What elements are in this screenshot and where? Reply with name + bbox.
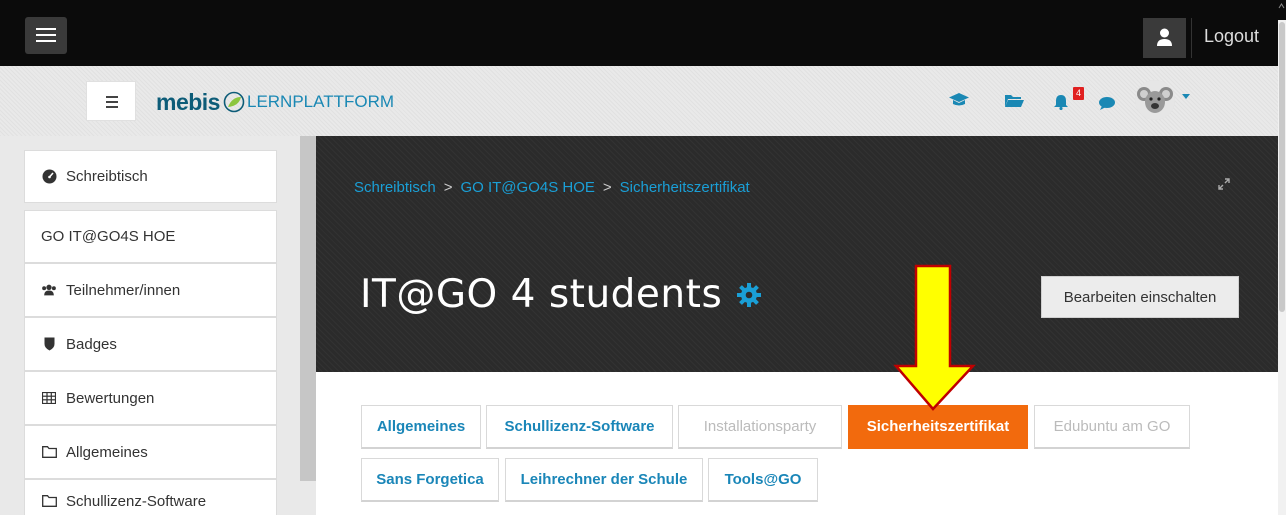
tab-leihrechner[interactable]: Leihrechner der Schule bbox=[505, 458, 703, 502]
notification-badge: 4 bbox=[1073, 87, 1084, 100]
folder-icon bbox=[41, 495, 57, 507]
mebis-logo[interactable]: mebis LERNPLATTFORM bbox=[156, 88, 394, 116]
breadcrumb: Schreibtisch > GO IT@GO4S HOE > Sicherhe… bbox=[354, 179, 750, 196]
logo-product: LERNPLATTFORM bbox=[246, 92, 395, 111]
tab-allgemeines[interactable]: Allgemeines bbox=[361, 405, 481, 449]
tab-edubuntu[interactable]: Edubuntu am GO bbox=[1034, 405, 1190, 449]
sidebar-item-label: Schullizenz-Software bbox=[66, 492, 207, 510]
sidebar-item-label: Teilnehmer/innen bbox=[66, 281, 181, 299]
sidebar-item-teilnehmer[interactable]: Teilnehmer/innen bbox=[24, 263, 277, 317]
tab-sans-forgetica[interactable]: Sans Forgetica bbox=[361, 458, 499, 502]
expand-icon[interactable] bbox=[1218, 178, 1230, 190]
edit-mode-button[interactable]: Bearbeiten einschalten bbox=[1041, 276, 1239, 318]
chat-icon[interactable] bbox=[1098, 96, 1116, 111]
sidebar-item-badges[interactable]: Badges bbox=[24, 317, 277, 371]
tab-installationsparty[interactable]: Installationsparty bbox=[678, 405, 842, 449]
sidebar-scrollbar[interactable] bbox=[300, 136, 316, 481]
sidebar-item-label: Badges bbox=[66, 335, 117, 353]
user-icon[interactable] bbox=[1143, 18, 1186, 58]
breadcrumb-item-course[interactable]: GO IT@GO4S HOE bbox=[460, 179, 594, 196]
sidebar-item-label: Bewertungen bbox=[66, 389, 155, 407]
breadcrumb-item-current[interactable]: Sicherheitszertifikat bbox=[620, 179, 750, 196]
tab-schullizenz-software[interactable]: Schullizenz-Software bbox=[486, 405, 673, 449]
hamburger-menu-button[interactable] bbox=[25, 17, 67, 54]
page-scrollbar-thumb[interactable] bbox=[1279, 22, 1285, 312]
shield-icon bbox=[41, 337, 57, 351]
sidebar-item-schullizenz[interactable]: Schullizenz-Software bbox=[24, 479, 277, 515]
dashboard-icon bbox=[41, 169, 57, 184]
folder-icon bbox=[41, 446, 57, 458]
course-title-text: IT@GO 4 students bbox=[360, 272, 723, 317]
arrow-down-icon bbox=[893, 264, 976, 411]
graduation-cap-icon[interactable] bbox=[948, 92, 970, 108]
sidebar-item-label: Schreibtisch bbox=[66, 168, 148, 185]
breadcrumb-separator: > bbox=[602, 179, 612, 196]
sidebar-item-bewertungen[interactable]: Bewertungen bbox=[24, 371, 277, 425]
chevron-down-icon[interactable] bbox=[1182, 94, 1190, 99]
table-icon bbox=[41, 392, 57, 404]
gear-icon[interactable] bbox=[736, 282, 762, 308]
bell-icon[interactable] bbox=[1053, 94, 1069, 110]
sidebar-item-allgemeines[interactable]: Allgemeines bbox=[24, 425, 277, 479]
leaf-icon bbox=[223, 91, 245, 113]
sidebar-toggle-button[interactable] bbox=[86, 81, 136, 121]
sidebar-item-course[interactable]: GO IT@GO4S HOE bbox=[24, 210, 277, 263]
sidebar-item-label: GO IT@GO4S HOE bbox=[41, 228, 176, 245]
page-title: IT@GO 4 students bbox=[360, 272, 762, 317]
tab-tools-go[interactable]: Tools@GO bbox=[708, 458, 818, 502]
topbar-divider bbox=[1191, 18, 1192, 58]
users-icon bbox=[41, 283, 57, 297]
main-navbar: mebis LERNPLATTFORM bbox=[0, 66, 1278, 136]
logo-brand: mebis bbox=[156, 88, 220, 115]
breadcrumb-separator: > bbox=[443, 179, 453, 196]
sidebar-item-schreibtisch[interactable]: Schreibtisch bbox=[24, 150, 277, 203]
scroll-up-icon[interactable] bbox=[1277, 0, 1286, 20]
logout-link[interactable]: Logout bbox=[1204, 26, 1259, 47]
breadcrumb-item-schreibtisch[interactable]: Schreibtisch bbox=[354, 179, 436, 196]
top-bar: Logout bbox=[0, 0, 1286, 66]
course-header: Schreibtisch > GO IT@GO4S HOE > Sicherhe… bbox=[316, 136, 1278, 372]
folder-open-icon[interactable] bbox=[1004, 93, 1024, 108]
sidebar-item-label: Allgemeines bbox=[66, 443, 148, 461]
avatar[interactable] bbox=[1135, 80, 1175, 120]
